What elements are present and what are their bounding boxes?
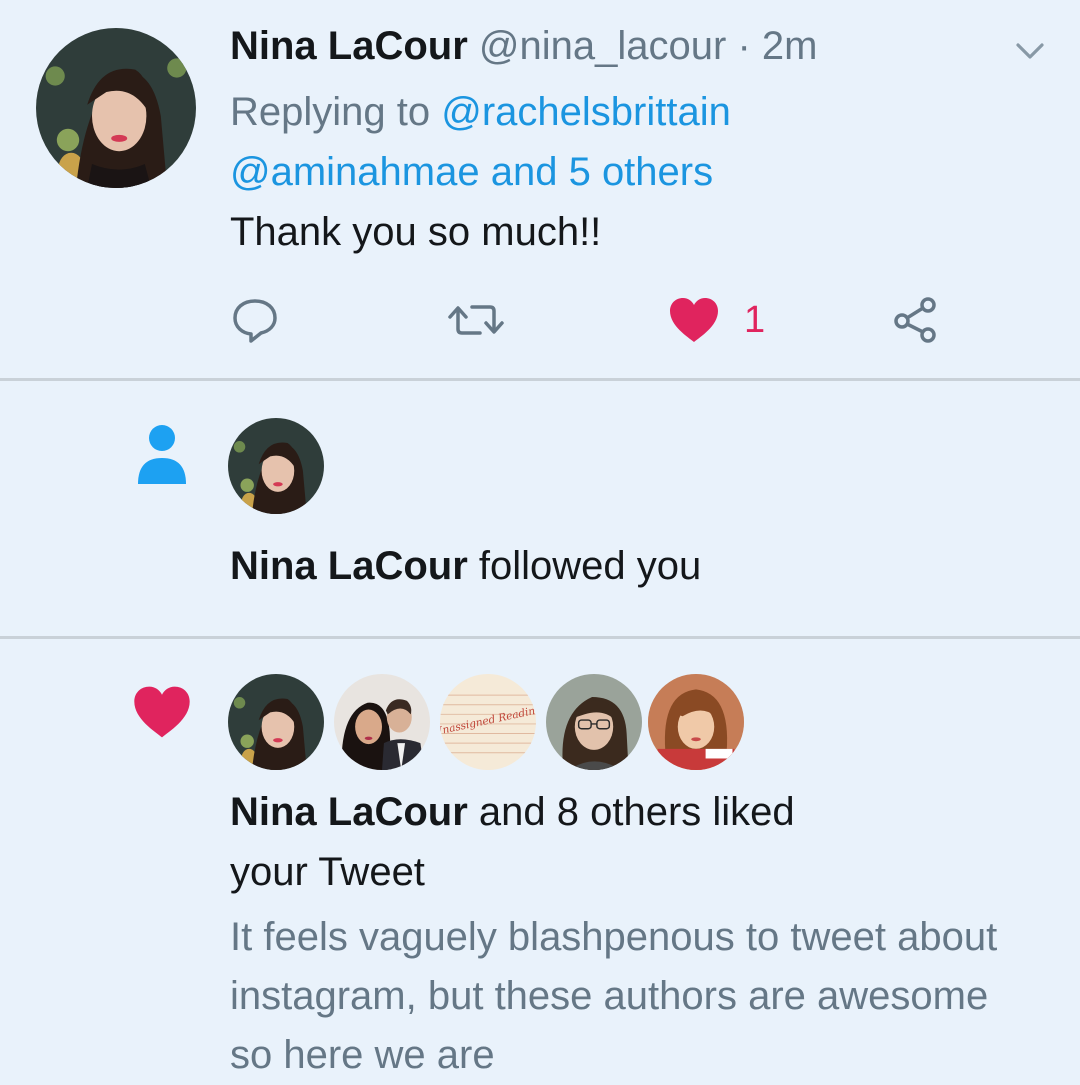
reply-button[interactable] bbox=[230, 292, 280, 348]
like-notification-line-2: your Tweet bbox=[230, 850, 425, 894]
share-icon bbox=[894, 297, 936, 343]
liker-name[interactable]: Nina LaCour bbox=[230, 790, 468, 834]
retweet-button[interactable] bbox=[446, 292, 506, 348]
tweet-text: Thank you so much!! bbox=[230, 210, 602, 254]
reply-others-link[interactable]: 5 others bbox=[569, 150, 714, 194]
retweet-icon bbox=[448, 305, 504, 335]
tweet-header: Nina LaCour @nina_lacour · 2m bbox=[230, 22, 817, 70]
replying-to-line-2: @aminahmae and 5 others bbox=[230, 148, 713, 196]
author-avatar[interactable] bbox=[36, 28, 196, 188]
reply-icon bbox=[233, 299, 277, 343]
like-count: 1 bbox=[744, 298, 766, 341]
liker-avatar-2[interactable] bbox=[334, 674, 430, 770]
person-icon bbox=[136, 424, 188, 486]
liker-avatar-5[interactable] bbox=[648, 674, 744, 770]
chevron-down-icon[interactable] bbox=[1010, 36, 1050, 66]
divider bbox=[0, 378, 1080, 381]
divider bbox=[0, 636, 1080, 639]
replying-to-line: Replying to @rachelsbrittain bbox=[230, 88, 731, 136]
like-button[interactable]: 1 bbox=[668, 292, 765, 348]
follow-notification-text: Nina LaCour followed you bbox=[230, 542, 701, 590]
liker-avatar-3[interactable]: Unassigned Reading bbox=[440, 674, 536, 770]
heart-icon bbox=[132, 684, 192, 740]
header-separator: · bbox=[726, 24, 762, 68]
liked-tweet-text[interactable]: It feels vaguely blashpenous to tweet ab… bbox=[230, 908, 1030, 1085]
like-notification-line-1: Nina LaCour and 8 others liked bbox=[230, 788, 795, 836]
tweet-time: 2m bbox=[761, 24, 818, 68]
replying-prefix: Replying to bbox=[230, 90, 442, 134]
heart-icon-liked bbox=[670, 298, 718, 342]
follower-name[interactable]: Nina LaCour bbox=[230, 544, 468, 588]
author-handle[interactable]: @nina_lacour bbox=[479, 24, 726, 68]
follow-action: followed you bbox=[467, 544, 702, 588]
share-button[interactable] bbox=[890, 292, 940, 348]
reply-and: and bbox=[479, 150, 569, 194]
liker-avatar-4[interactable] bbox=[546, 674, 642, 770]
reply-mention-rachelsbrittain[interactable]: @rachelsbrittain bbox=[441, 90, 731, 134]
follower-avatar[interactable] bbox=[228, 418, 324, 514]
reply-mention-aminahmae[interactable]: @aminahmae bbox=[230, 150, 480, 194]
like-action: and 8 others liked bbox=[467, 790, 795, 834]
liker-avatar-1[interactable] bbox=[228, 674, 324, 770]
author-name[interactable]: Nina LaCour bbox=[230, 24, 468, 68]
